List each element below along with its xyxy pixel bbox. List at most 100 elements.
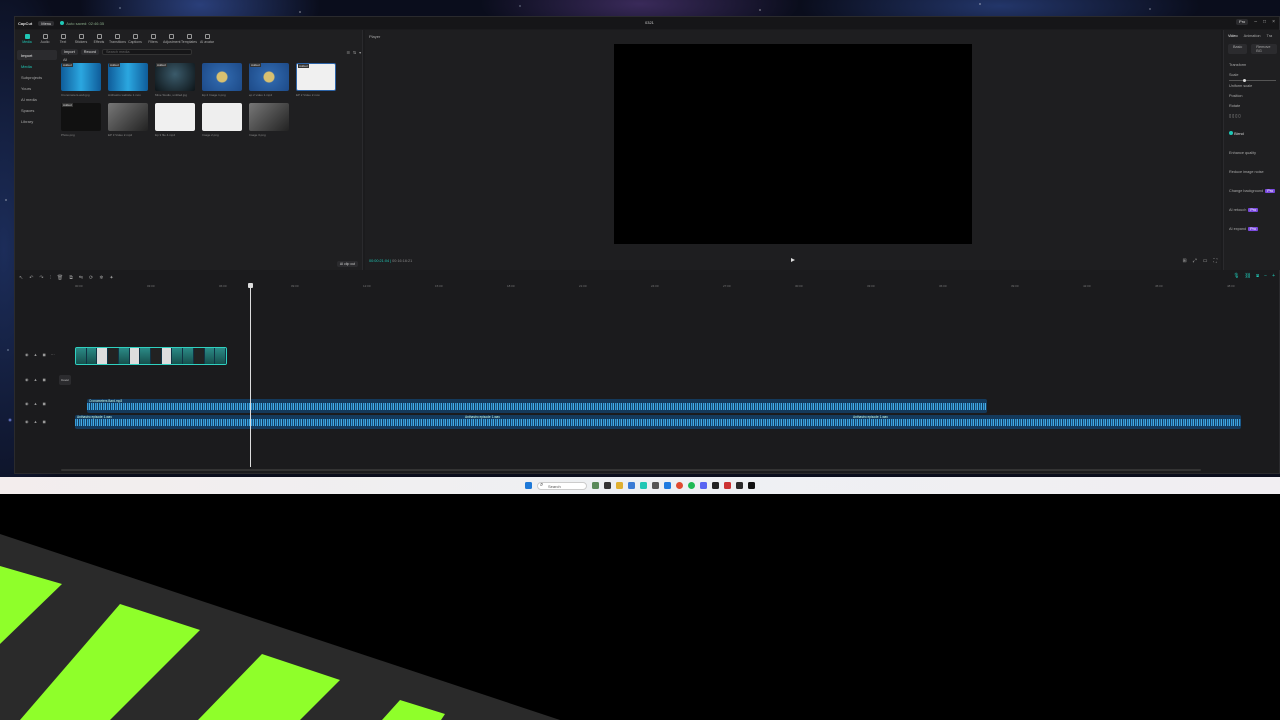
rotate-icon[interactable]: ⟳ xyxy=(89,275,93,281)
video-clip[interactable] xyxy=(76,348,87,364)
change-background-toggle[interactable]: Change background Pro xyxy=(1224,186,1280,196)
video-clip[interactable] xyxy=(108,348,119,364)
file-explorer-icon[interactable] xyxy=(616,482,623,489)
uniform-scale-label[interactable]: Uniform scale xyxy=(1224,81,1280,91)
menu-button[interactable]: Menu xyxy=(38,20,55,26)
enhance-quality-toggle[interactable]: Enhance quality xyxy=(1224,148,1280,158)
play-button[interactable] xyxy=(791,258,795,262)
sidebar-item-library[interactable]: Library xyxy=(17,116,57,126)
reduce-noise-toggle[interactable]: Reduce image noise xyxy=(1224,167,1280,177)
video-clip[interactable] xyxy=(183,348,194,364)
import-button[interactable]: Import xyxy=(61,49,78,55)
freeze-icon[interactable]: ❄ xyxy=(99,275,103,281)
fit-icon[interactable]: ⊞ xyxy=(1183,258,1187,264)
app-icon[interactable] xyxy=(724,482,731,489)
video-clip[interactable] xyxy=(151,348,162,364)
track-eye-icon[interactable]: ◉ xyxy=(25,352,29,357)
sidebar-item-subprojects[interactable]: Subprojects xyxy=(17,72,57,82)
tab-transitions[interactable]: Tra xyxy=(1267,34,1273,38)
minimize-icon[interactable]: – xyxy=(1254,19,1257,25)
close-icon[interactable]: × xyxy=(1272,19,1275,25)
tab-captions[interactable]: Captions xyxy=(127,34,143,44)
crop-icon[interactable]: ⧉ xyxy=(69,275,73,281)
video-clip[interactable] xyxy=(129,348,141,364)
tab-text[interactable]: Text xyxy=(55,34,71,44)
app-icon[interactable] xyxy=(712,482,719,489)
media-item[interactable]: Added Cronometers.web.jpg xyxy=(61,63,108,103)
sidebar-item-yours[interactable]: Yours xyxy=(17,83,57,93)
view-toggle-icon[interactable]: ☰ xyxy=(347,50,350,55)
media-item[interactable]: EP 3 Video 2.mp4 xyxy=(108,103,155,143)
sidebar-item-spaces[interactable]: Spaces xyxy=(17,105,57,115)
app-icon[interactable] xyxy=(652,482,659,489)
tab-media[interactable]: Media xyxy=(19,34,35,44)
track-lock-icon[interactable]: ▲ xyxy=(34,377,38,382)
scale-slider[interactable] xyxy=(1229,78,1276,82)
media-item[interactable]: Added EP 2 Video 2.mov xyxy=(296,63,343,103)
preview-screen[interactable] xyxy=(614,44,972,244)
tab-audio[interactable]: Audio xyxy=(37,34,53,44)
timeline-ruler[interactable]: 00:00 03:00 06:00 09:00 12:00 15:00 18:0… xyxy=(75,283,1275,291)
maximize-icon[interactable]: □ xyxy=(1263,19,1266,25)
tab-templates[interactable]: Templates xyxy=(181,34,197,44)
expand-icon[interactable]: ⛶ xyxy=(1213,258,1217,264)
taskbar-search[interactable]: Search xyxy=(537,481,587,490)
slider-handle[interactable] xyxy=(1243,78,1246,82)
media-search-input[interactable]: Search media xyxy=(102,49,193,55)
mirror-icon[interactable]: ⇋ xyxy=(79,275,83,281)
timeline-scrollbar[interactable] xyxy=(61,469,1201,471)
track-lock-icon[interactable]: ▲ xyxy=(34,419,38,424)
filter-icon[interactable]: ▾ xyxy=(359,50,361,55)
media-item[interactable]: Added Mine Studio, untitled.jpg xyxy=(155,63,202,103)
transform-section[interactable]: Transform xyxy=(1224,60,1280,70)
track-mute-icon[interactable]: ◼ xyxy=(42,401,45,406)
undo-icon[interactable]: ↶ xyxy=(29,275,33,281)
app-icon[interactable] xyxy=(664,482,671,489)
tab-animation[interactable]: Animation xyxy=(1244,34,1261,38)
sidebar-item-ai-media[interactable]: AI media xyxy=(17,94,57,104)
tab-adjustment[interactable]: Adjustment xyxy=(163,34,181,44)
filter-all-label[interactable]: All xyxy=(63,58,361,62)
app-icon[interactable] xyxy=(736,482,743,489)
redo-icon[interactable]: ↷ xyxy=(39,275,43,281)
project-title[interactable]: 0321 xyxy=(645,20,654,25)
video-clip-strip[interactable] xyxy=(75,347,227,365)
track-eye-icon[interactable]: ◉ xyxy=(25,377,29,382)
track-eye-icon[interactable]: ◉ xyxy=(25,401,29,406)
video-clip[interactable] xyxy=(193,348,205,364)
delete-icon[interactable]: 🗑 xyxy=(57,275,63,281)
media-item[interactable]: Ep 2 Image 1.png xyxy=(202,63,249,103)
tab-transitions[interactable]: Transitions xyxy=(109,34,126,44)
video-clip[interactable] xyxy=(97,348,109,364)
ai-expand-toggle[interactable]: AI expand Pro xyxy=(1224,224,1280,234)
audio-clip[interactable]: Cronometers Bard.mp3 xyxy=(87,399,987,413)
align-buttons[interactable]: ▯ ▯ ▯ ▯ xyxy=(1224,111,1280,129)
magic-icon[interactable]: ✦ xyxy=(109,275,113,281)
media-item[interactable]: Image 2.png xyxy=(202,103,249,143)
playhead[interactable] xyxy=(248,283,253,467)
track-lock-icon[interactable]: ▲ xyxy=(34,352,38,357)
track-mute-icon[interactable]: ◼ xyxy=(42,352,45,357)
video-clip[interactable] xyxy=(118,348,130,364)
video-clip[interactable] xyxy=(204,348,216,364)
split-icon[interactable]: ⫶ xyxy=(50,275,51,281)
ai-clip-button[interactable]: AI clip cut xyxy=(336,261,358,267)
video-clip[interactable] xyxy=(161,348,173,364)
track-mute-icon[interactable]: ◼ xyxy=(42,419,45,424)
link-icon[interactable]: ⛓ xyxy=(1245,273,1251,279)
media-item[interactable]: Added Photo.png xyxy=(61,103,108,143)
spotify-icon[interactable] xyxy=(688,482,695,489)
media-item[interactable]: Added ep 2 video 1.mp4 xyxy=(249,63,296,103)
subtab-remove-bg[interactable]: Remove BG xyxy=(1251,44,1277,54)
widget-icon[interactable] xyxy=(592,482,599,489)
tab-video[interactable]: Video xyxy=(1228,34,1238,38)
track-lock-icon[interactable]: ▲ xyxy=(34,401,38,406)
video-clip[interactable] xyxy=(86,348,98,364)
capcut-icon[interactable] xyxy=(748,482,755,489)
cover-button[interactable]: Cover xyxy=(59,375,71,385)
sidebar-item-media[interactable]: Media xyxy=(17,61,57,71)
snap-icon[interactable]: ⧈ xyxy=(1256,273,1259,279)
tab-stickers[interactable]: Stickers xyxy=(73,34,89,44)
discord-icon[interactable] xyxy=(700,482,707,489)
video-clip[interactable] xyxy=(140,348,152,364)
